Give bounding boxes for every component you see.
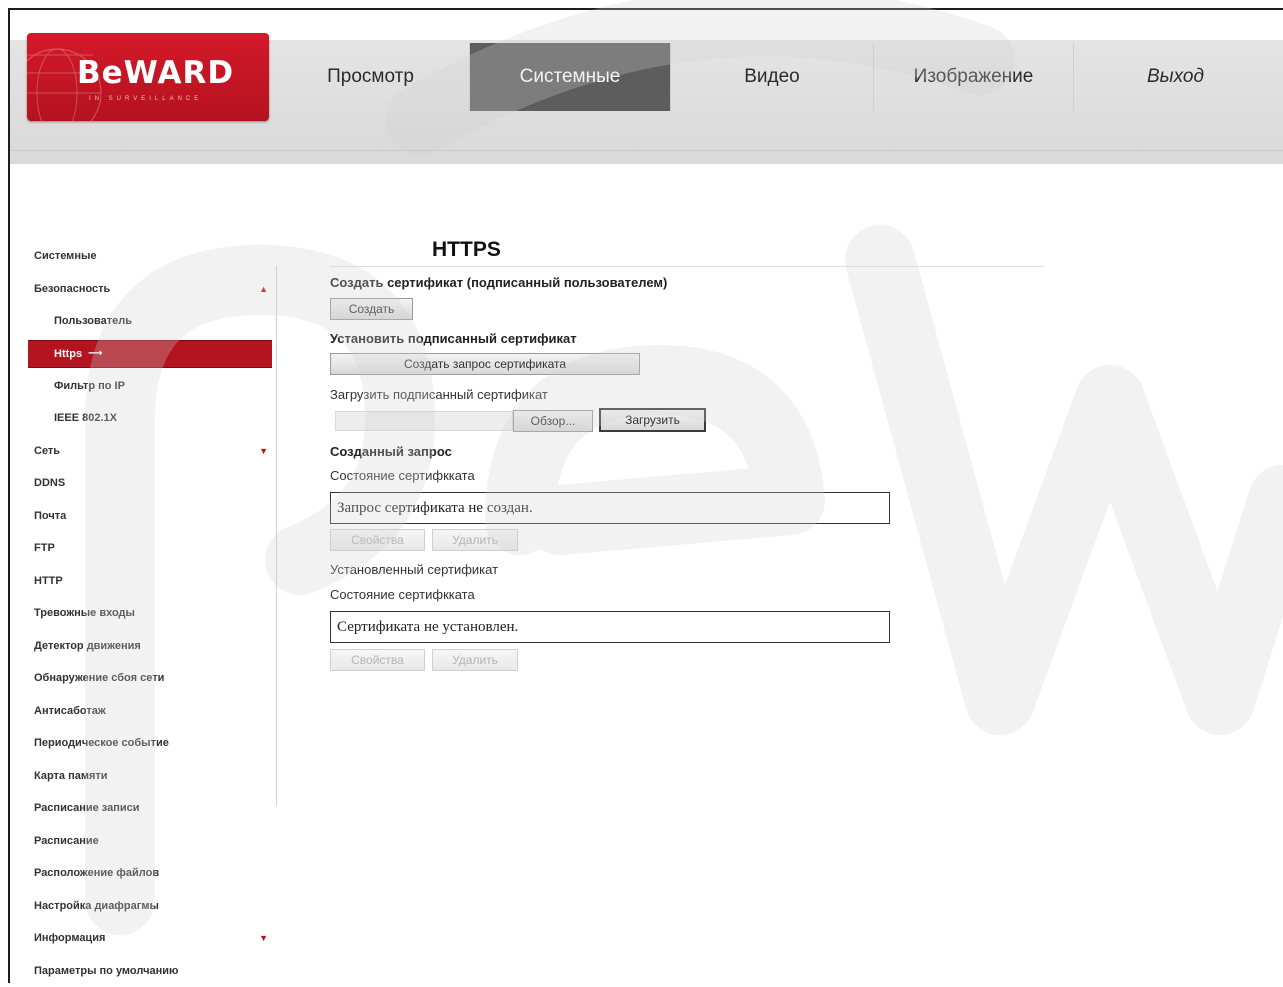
sidebar-item-label: Сеть (34, 445, 60, 457)
header-divider (10, 150, 1283, 151)
created-request-heading: Созданный запрос (330, 444, 452, 459)
sidebar-item-label: IEEE 802.1X (54, 412, 117, 424)
nav-tab-logout[interactable]: Выход (1074, 43, 1277, 111)
installed-status-label: Состояние сертифкката (330, 587, 475, 602)
expand-arrow-icon: ▼ (259, 446, 268, 456)
sidebar-item-label: Обнаружение сбоя сети (34, 672, 164, 684)
sidebar-item-ieee8021x[interactable]: IEEE 802.1X (28, 402, 272, 435)
installed-delete-button[interactable]: Удалить (432, 649, 518, 671)
sidebar-item-information[interactable]: Информация ▼ (28, 922, 272, 955)
sidebar-item-label: Расписание записи (34, 802, 140, 814)
expand-arrow-icon: ▼ (259, 933, 268, 943)
sidebar-item-label: FTP (34, 542, 55, 554)
sidebar-item-security[interactable]: Безопасность ▲ (28, 273, 272, 306)
sidebar-item-label: Детектор движения (34, 640, 141, 652)
sidebar-item-tamper[interactable]: Антисаботаж (28, 695, 272, 728)
nav-tab-system[interactable]: Системные (470, 43, 671, 111)
upload-signed-label: Загрузить подписанный сертификат (330, 387, 548, 402)
sidebar-item-memory-card[interactable]: Карта памяти (28, 760, 272, 793)
create-cert-heading: Создать сертификат (подписанный пользова… (330, 275, 667, 290)
sidebar-item-label: Безопасность (34, 283, 110, 295)
sidebar-item-network-failure[interactable]: Обнаружение сбоя сети (28, 662, 272, 695)
nav-tab-image[interactable]: Изображение (874, 43, 1074, 111)
browse-button[interactable]: Обзор... (513, 410, 593, 432)
request-status-label: Состояние сертифкката (330, 468, 475, 483)
sidebar-divider (276, 266, 277, 806)
upload-button[interactable]: Загрузить (599, 408, 706, 432)
nav-tab-view[interactable]: Просмотр (272, 43, 470, 111)
sidebar-item-label: Параметры по умолчанию (34, 965, 178, 977)
nav-tab-video[interactable]: Видео (671, 43, 874, 111)
sidebar-item-label: HTTP (34, 575, 63, 587)
sidebar: Системные Безопасность ▲ Пользователь Htt… (28, 240, 272, 987)
sidebar-item-user[interactable]: Пользователь (28, 305, 272, 338)
sidebar-item-label: Расписание (34, 835, 99, 847)
request-delete-button[interactable]: Удалить (432, 529, 518, 551)
logo-text: BeWARD (77, 55, 234, 91)
sidebar-item-label: Тревожные входы (34, 607, 135, 619)
collapse-arrow-icon: ▲ (259, 284, 268, 294)
sidebar-item-mail[interactable]: Почта (28, 500, 272, 533)
sidebar-item-label: Карта памяти (34, 770, 108, 782)
sidebar-item-network[interactable]: Сеть ▼ (28, 435, 272, 468)
main-nav: Просмотр Системные Видео Изображение Вых… (272, 43, 1277, 111)
sidebar-item-label: Расположение файлов (34, 867, 159, 879)
file-path-input[interactable] (335, 411, 513, 431)
sidebar-item-alarm-inputs[interactable]: Тревожные входы (28, 597, 272, 630)
sidebar-item-motion-detection[interactable]: Детектор движения (28, 630, 272, 663)
installed-status-field: Сертификата не установлен. (330, 611, 890, 643)
create-cert-button[interactable]: Создать (330, 298, 413, 320)
sidebar-item-ftp[interactable]: FTP (28, 532, 272, 565)
sidebar-item-ip-filter[interactable]: Фильтр по IP (28, 370, 272, 403)
sidebar-item-label: DDNS (34, 477, 65, 489)
page-title: HTTPS (432, 238, 501, 262)
brand-logo: BeWARD IN SURVEILLANCE (27, 33, 269, 121)
create-cert-request-button[interactable]: Создать запрос сертификата (330, 353, 640, 375)
installed-cert-heading: Установленный сертификат (330, 562, 498, 577)
sidebar-item-defaults[interactable]: Параметры по умолчанию (28, 955, 272, 987)
sidebar-item-label: Настройка диафрагмы (34, 900, 159, 912)
sidebar-item-label: Системные (34, 250, 96, 262)
sidebar-item-label: Https (54, 348, 82, 360)
sidebar-item-label: Фильтр по IP (54, 380, 125, 392)
sidebar-item-http[interactable]: HTTP (28, 565, 272, 598)
logo-subtext: IN SURVEILLANCE (89, 96, 202, 102)
installed-properties-button[interactable]: Свойства (330, 649, 425, 671)
arrow-right-icon: ⟶ (88, 348, 102, 359)
sidebar-item-system[interactable]: Системные (28, 240, 272, 273)
request-status-field: Запрос сертификата не создан. (330, 492, 890, 524)
sidebar-item-record-schedule[interactable]: Расписание записи (28, 792, 272, 825)
sidebar-item-label: Информация (34, 932, 105, 944)
install-signed-heading: Установить подписанный сертификат (330, 331, 577, 346)
request-properties-button[interactable]: Свойства (330, 529, 425, 551)
sidebar-item-ddns[interactable]: DDNS (28, 467, 272, 500)
title-divider (330, 266, 1044, 267)
sidebar-item-label: Антисаботаж (34, 705, 106, 717)
sidebar-item-label: Пользователь (54, 315, 132, 327)
sidebar-item-label: Периодическое событие (34, 737, 169, 749)
sidebar-item-https[interactable]: Https ⟶ (28, 340, 272, 368)
window-frame-top (8, 8, 1283, 10)
sidebar-item-periodic-event[interactable]: Периодическое событие (28, 727, 272, 760)
sidebar-item-label: Почта (34, 510, 66, 522)
sidebar-item-file-location[interactable]: Расположение файлов (28, 857, 272, 890)
sidebar-item-schedule[interactable]: Расписание (28, 825, 272, 858)
sidebar-item-iris-settings[interactable]: Настройка диафрагмы (28, 890, 272, 923)
